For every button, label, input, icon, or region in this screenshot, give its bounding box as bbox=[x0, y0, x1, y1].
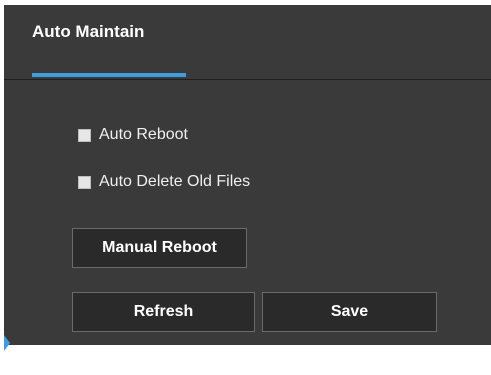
panel-title: Auto Maintain bbox=[32, 22, 145, 41]
refresh-button[interactable]: Refresh bbox=[72, 292, 255, 332]
active-tab-indicator bbox=[32, 73, 186, 77]
auto-maintain-panel: Auto Maintain Auto Reboot Auto Delete Ol… bbox=[4, 5, 491, 351]
auto-reboot-checkbox[interactable] bbox=[78, 128, 91, 142]
save-button[interactable]: Save bbox=[262, 292, 437, 332]
manual-reboot-button[interactable]: Manual Reboot bbox=[72, 228, 247, 268]
auto-delete-option[interactable]: Auto Delete Old Files bbox=[78, 172, 250, 192]
auto-delete-checkbox[interactable] bbox=[78, 175, 91, 189]
panel-corner-marker bbox=[4, 335, 10, 351]
auto-delete-label: Auto Delete Old Files bbox=[99, 173, 251, 190]
auto-reboot-option[interactable]: Auto Reboot bbox=[78, 125, 188, 145]
panel-header: Auto Maintain bbox=[4, 5, 491, 80]
auto-reboot-label: Auto Reboot bbox=[99, 126, 188, 143]
